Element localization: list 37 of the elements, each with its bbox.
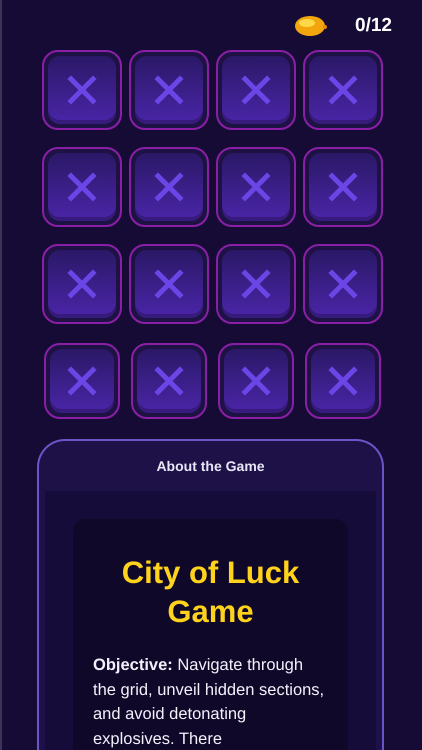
- cross-icon: [328, 172, 358, 202]
- objective-text: Objective: Navigate through the grid, unveil hidden sections, and avoid detonating explosives. There: [93, 655, 326, 750]
- grid-tile[interactable]: [302, 244, 382, 324]
- cross-icon: [66, 366, 96, 396]
- grid-tile[interactable]: [128, 147, 208, 227]
- grid-tile[interactable]: [128, 244, 208, 324]
- grid-tile[interactable]: [128, 50, 208, 130]
- cross-icon: [154, 269, 184, 299]
- grid-tile[interactable]: [130, 343, 206, 419]
- grid-tile[interactable]: [218, 343, 294, 419]
- grid-tile[interactable]: [42, 50, 122, 130]
- grid-tile[interactable]: [216, 244, 296, 324]
- cross-icon: [240, 269, 270, 299]
- cross-icon: [240, 75, 270, 105]
- grid-tile[interactable]: [216, 147, 296, 227]
- grid-tile[interactable]: [216, 50, 296, 130]
- cross-icon: [66, 75, 96, 105]
- grid-tile[interactable]: [304, 343, 380, 419]
- cross-icon: [328, 75, 358, 105]
- score-counter: 0/12: [355, 14, 392, 38]
- cross-icon: [328, 366, 358, 396]
- cross-icon: [66, 269, 96, 299]
- cross-icon: [154, 75, 184, 105]
- cross-icon: [66, 172, 96, 202]
- about-header: About the Game: [155, 457, 266, 476]
- grid-tile[interactable]: [42, 244, 122, 324]
- cross-icon: [154, 366, 184, 396]
- grid-tile[interactable]: [302, 50, 382, 130]
- grid-tile[interactable]: [44, 343, 120, 419]
- lemon-icon: [293, 14, 328, 38]
- game-title: City of Luck Game: [120, 554, 300, 631]
- cross-icon: [328, 269, 358, 299]
- cross-icon: [240, 366, 270, 396]
- cross-icon: [240, 172, 270, 202]
- grid-tile[interactable]: [42, 147, 122, 227]
- cross-icon: [154, 172, 184, 202]
- grid-tile[interactable]: [302, 147, 382, 227]
